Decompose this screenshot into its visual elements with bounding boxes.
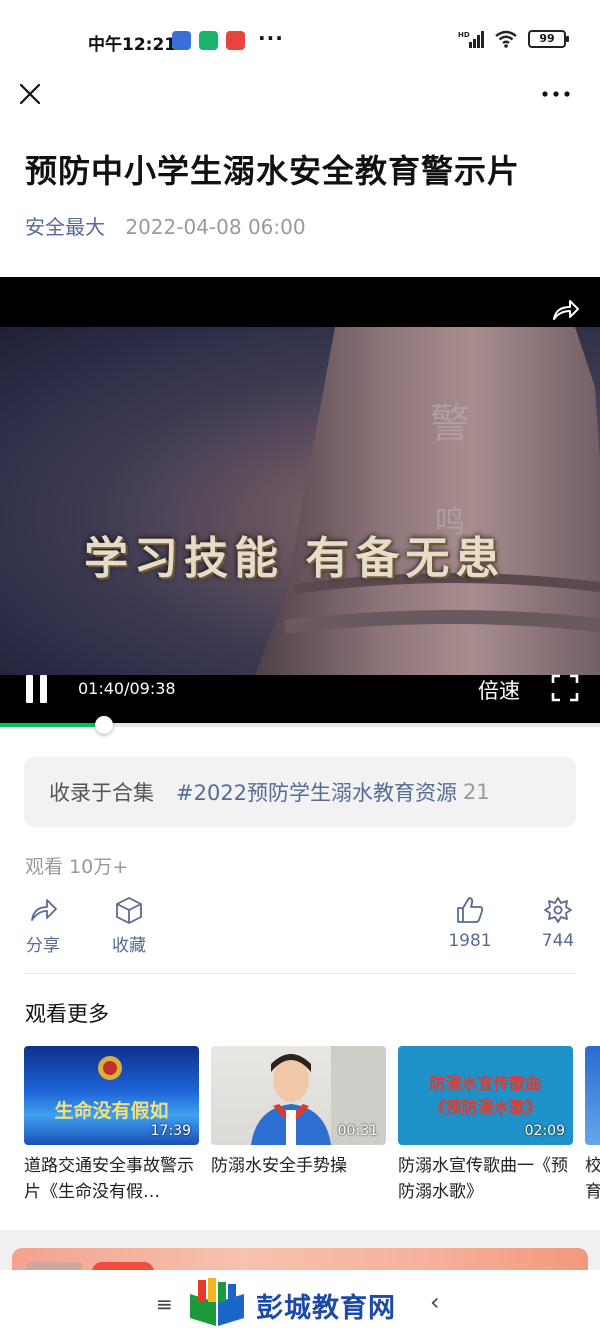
action-bar: 分享 收藏 1981 744 [0,895,600,965]
recommended-title: 防溺水安全手势操 [211,1156,347,1176]
video-thumbnail: 00:31 [211,1046,386,1145]
video-caption: 学习技能 有备无患 [84,533,506,584]
like-count: 1981 [448,931,492,951]
book-logo-icon [190,1278,244,1326]
status-app-icons [172,31,245,50]
top-bar [0,74,600,114]
more-section-title: 观看更多 [25,1002,109,1026]
status-right: HD 99 [458,30,569,48]
collection-tag[interactable]: #2022预防学生溺水教育资源 [176,777,457,807]
video-thumbnail [585,1046,600,1145]
recommended-title: 道路交通安全事故警示片《生命没有假… [24,1156,194,1202]
bell-image: 警 鸣 [255,327,600,675]
recommended-item[interactable]: 生命没有假如 17:39 道路交通安全事故警示片《生命没有假… [24,1046,199,1205]
status-time: 中午12:21 [88,35,177,55]
app-calendar-icon [172,31,191,50]
back-icon[interactable]: ‹ [430,1288,440,1316]
video-duration: 00:31 [337,1123,378,1139]
video-thumbnail: 生命没有假如 17:39 [24,1046,199,1145]
article-meta: 安全最大 2022-04-08 06:00 [25,211,306,240]
share-button[interactable]: 分享 [24,895,62,956]
wow-flower-icon [544,897,572,923]
video-duration: 02:09 [524,1123,565,1139]
author-link[interactable]: 安全最大 [25,215,105,239]
site-logo[interactable]: 彭城教育网 [186,1276,416,1328]
video-time: 01:40/09:38 [78,679,176,698]
share-label: 分享 [26,936,60,956]
thumbs-up-icon [457,897,484,923]
video-controls: 01:40/09:38 倍速 [0,665,600,725]
svg-text:HD: HD [458,31,470,39]
video-duration: 17:39 [150,1123,191,1139]
wow-button[interactable]: 744 [538,895,578,951]
menu-icon[interactable]: ≡ [156,1292,173,1316]
battery-icon: 99 [528,30,569,48]
divider [24,973,576,974]
progress-knob[interactable] [94,716,113,734]
close-icon[interactable] [18,82,42,106]
page-title: 预防中小学生溺水安全教育警示片 [25,152,521,190]
recommended-item[interactable]: 00:31 防溺水安全手势操 [211,1046,386,1205]
video-frame: 警 鸣 学习技能 有备无患 [0,327,600,675]
collection-card[interactable]: 收录于合集 #2022预防学生溺水教育资源 21 [24,757,576,827]
signal-icon: HD [458,31,484,48]
recommended-item[interactable]: 校育 [585,1046,600,1205]
video-progress-bar[interactable] [0,716,600,734]
forward-icon[interactable] [550,295,580,325]
bottom-bar: ≡ 彭城教育网 ‹ [0,1270,600,1333]
favorite-button[interactable]: 收藏 [110,895,148,956]
recommended-title: 校育 [585,1156,600,1202]
collection-count: 21 [463,780,490,804]
share-icon [31,899,57,921]
video-thumbnail: 防溺水宣传歌曲《预防溺水歌》 02:09 [398,1046,573,1145]
cube-icon [116,897,142,924]
video-player[interactable]: 警 鸣 学习技能 有备无患 01:40/09:38 倍速 [0,277,600,725]
app-shield-icon [199,31,218,50]
favorite-label: 收藏 [112,936,146,956]
speed-button[interactable]: 倍速 [478,675,520,705]
progress-fill [0,723,104,727]
status-bar: 中午12:21 ··· HD 99 [0,0,600,80]
like-button[interactable]: 1981 [448,895,492,951]
recommended-item[interactable]: 防溺水宣传歌曲《预防溺水歌》 02:09 防溺水宣传歌曲一《预防溺水歌》 [398,1046,573,1205]
pause-icon[interactable] [24,675,50,705]
wow-count: 744 [541,931,575,951]
battery-level: 99 [539,32,555,45]
logo-text: 彭城教育网 [256,1293,396,1324]
status-more-dots: ··· [258,26,284,50]
app-toutiao-icon [226,31,245,50]
svg-text:警: 警 [430,401,470,447]
recommended-title: 防溺水宣传歌曲一《预防溺水歌》 [398,1156,568,1202]
publish-date: 2022-04-08 06:00 [125,215,306,239]
recommended-list: 生命没有假如 17:39 道路交通安全事故警示片《生命没有假… 00:31 防溺… [24,1046,600,1206]
view-count: 观看 10万+ [25,856,129,878]
wifi-icon [495,30,517,48]
collection-label: 收录于合集 [49,781,154,805]
fullscreen-icon[interactable] [550,673,580,703]
more-options-icon[interactable] [540,82,572,106]
